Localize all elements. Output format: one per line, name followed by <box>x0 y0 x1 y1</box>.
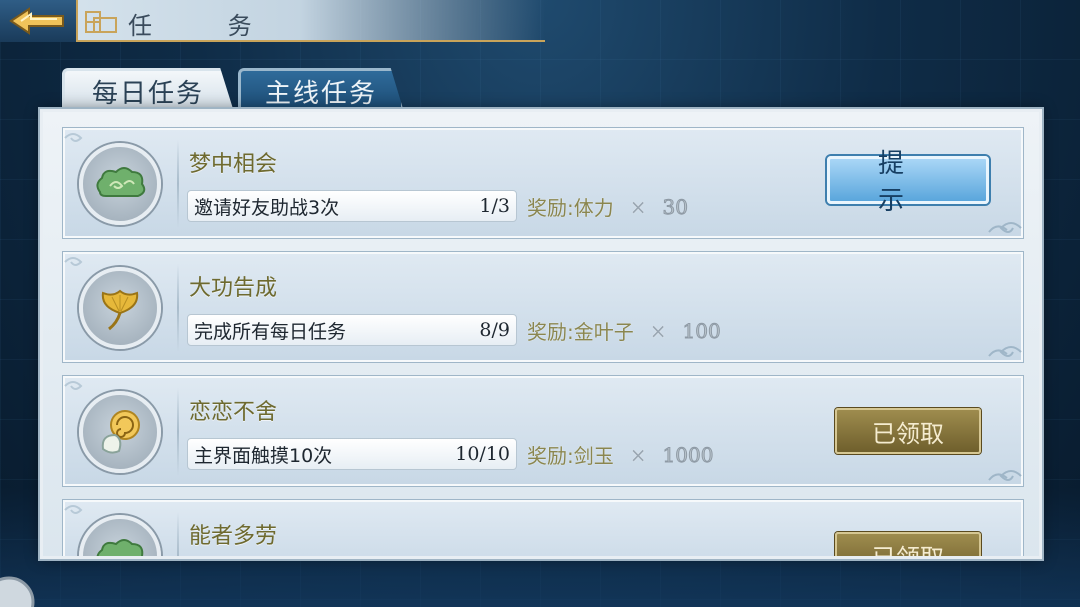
task-description: 邀请好友助战3次 <box>194 196 340 219</box>
green-cloud-icon <box>96 167 146 197</box>
corner-swirl-icon <box>64 133 83 142</box>
title-ornament-icon <box>85 11 117 33</box>
task-progress-box: 邀请好友助战3次 1/3 <box>187 190 517 222</box>
task-title: 大功告成 <box>189 276 278 301</box>
task-description: 完成所有每日任务 <box>194 320 347 343</box>
corner-swirl-icon <box>988 346 1022 357</box>
corner-swirl-icon <box>64 381 83 390</box>
claimed-button[interactable]: 已领取 <box>835 532 981 556</box>
corner-swirl-icon <box>64 257 83 266</box>
task-row: 能者多劳 已领取 <box>63 500 1023 556</box>
back-button[interactable] <box>0 0 78 42</box>
task-title: 恋恋不舍 <box>189 400 278 425</box>
corner-swirl-icon <box>64 505 83 514</box>
task-title: 能者多劳 <box>189 524 278 549</box>
hint-button[interactable]: 提 示 <box>827 149 989 216</box>
task-divider <box>177 388 179 476</box>
tab-main-tasks[interactable]: 主线任务 <box>238 68 404 112</box>
corner-swirl-icon <box>988 470 1022 481</box>
reward-label: 奖励:剑玉 <box>527 444 614 468</box>
task-progress-box: 主界面触摸10次 10/10 <box>187 438 517 470</box>
task-title: 梦中相会 <box>189 152 278 177</box>
task-description: 主界面触摸10次 <box>194 444 333 467</box>
task-panel: 梦中相会 邀请好友助战3次 1/3 奖励:体力 × 30 提 示 大功告成 完成… <box>40 109 1042 559</box>
reward-label: 奖励:体力 <box>527 196 614 220</box>
reward-amount: 30 <box>662 194 688 219</box>
task-icon-frame <box>79 267 161 349</box>
back-arrow-icon <box>9 7 64 35</box>
task-row: 大功告成 完成所有每日任务 8/9 奖励:金叶子 × 100 <box>63 252 1023 362</box>
jade-swirl-icon <box>101 410 140 454</box>
header-bar: 任 务 <box>0 0 545 42</box>
reward-amount: 100 <box>682 318 721 343</box>
task-icon-frame <box>79 143 161 225</box>
task-divider <box>177 140 179 228</box>
task-reward: 奖励:体力 × 30 <box>527 192 688 221</box>
ginkgo-leaf-icon <box>101 289 139 331</box>
task-reward: 奖励:剑玉 × 1000 <box>527 440 714 469</box>
task-progress-count: 8/9 <box>479 319 510 341</box>
reward-times: × <box>629 442 647 467</box>
claimed-button[interactable]: 已领取 <box>835 408 981 454</box>
page-title: 任 务 <box>128 12 286 40</box>
task-progress-count: 10/10 <box>455 443 510 465</box>
green-cloud-icon <box>96 539 144 556</box>
task-divider <box>177 512 179 556</box>
task-progress-box: 完成所有每日任务 8/9 <box>187 314 517 346</box>
task-row: 梦中相会 邀请好友助战3次 1/3 奖励:体力 × 30 提 示 <box>63 128 1023 238</box>
task-progress-count: 1/3 <box>479 195 510 217</box>
reward-label: 奖励:金叶子 <box>527 320 634 344</box>
corner-swirl-icon <box>988 222 1022 233</box>
reward-times: × <box>649 318 667 343</box>
task-row: 恋恋不舍 主界面触摸10次 10/10 奖励:剑玉 × 1000 已领取 <box>63 376 1023 486</box>
task-reward: 奖励:金叶子 × 100 <box>527 316 721 345</box>
task-icon-frame <box>79 515 161 556</box>
task-divider <box>177 264 179 352</box>
reward-times: × <box>629 194 647 219</box>
task-icon-frame <box>79 391 161 473</box>
reward-amount: 1000 <box>662 442 714 467</box>
corner-orb-icon <box>0 576 35 607</box>
tab-daily-tasks[interactable]: 每日任务 <box>62 68 234 112</box>
